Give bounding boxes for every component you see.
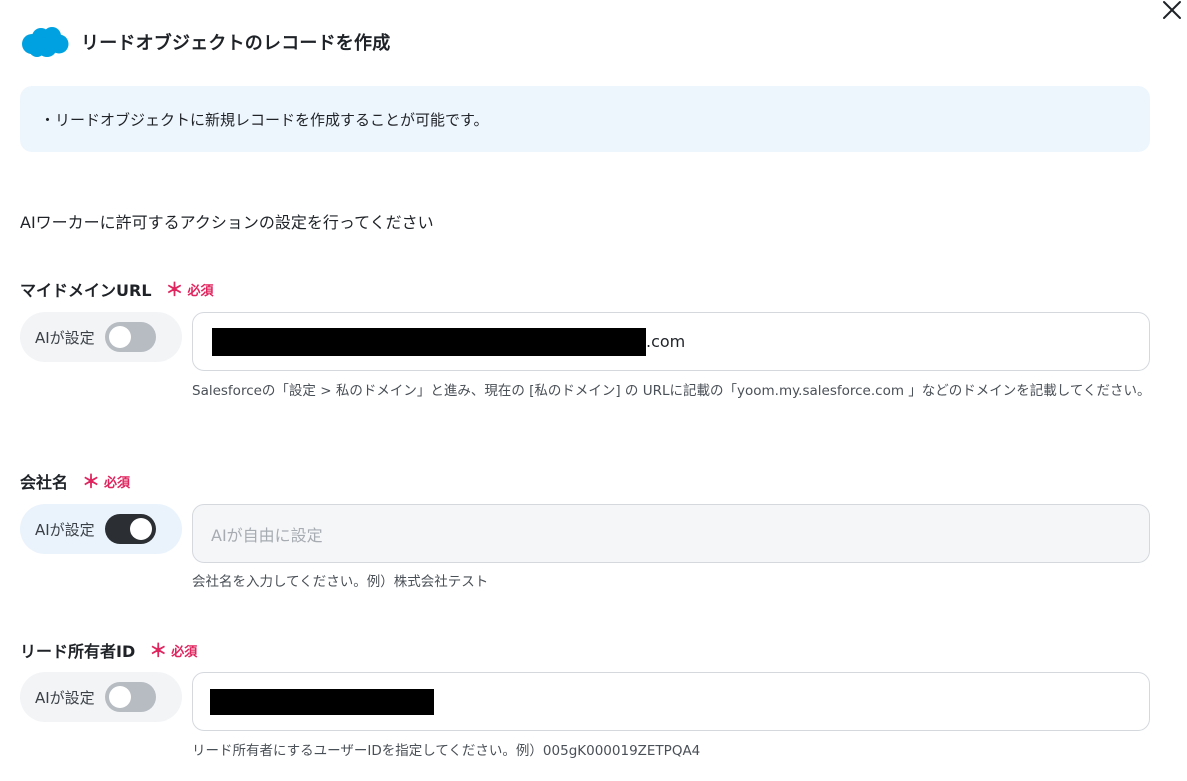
ai-setting-toggle-domain[interactable]: AIが設定: [20, 312, 182, 362]
ai-setting-label: AIが設定: [35, 328, 95, 347]
asterisk-icon: ＊: [149, 641, 168, 662]
field-label-company: 会社名 ＊ 必須: [20, 469, 130, 493]
field-label-domain: マイドメインURL ＊ 必須: [20, 277, 214, 301]
domain-suffix: .com: [646, 332, 686, 351]
company-name-input[interactable]: AIが自由に設定: [192, 504, 1150, 563]
redacted-value: [212, 327, 646, 356]
company-help-text: 会社名を入力してください。例）株式会社テスト: [192, 574, 489, 590]
salesforce-cloud-icon: [22, 27, 69, 57]
toggle-switch[interactable]: [104, 682, 156, 712]
required-text: 必須: [104, 475, 131, 491]
field-label-text: 会社名: [20, 473, 69, 492]
lead-owner-id-input[interactable]: [192, 672, 1150, 731]
dialog-title: リードオブジェクトのレコードを作成: [81, 33, 391, 54]
required-badge: ＊ 必須: [149, 641, 198, 662]
toggle-switch[interactable]: [104, 514, 156, 544]
required-text: 必須: [187, 283, 214, 299]
toggle-switch[interactable]: [104, 322, 156, 352]
ai-setting-label: AIが設定: [35, 688, 95, 707]
toggle-knob: [108, 326, 131, 348]
company-placeholder: AIが自由に設定: [211, 525, 323, 545]
asterisk-icon: ＊: [165, 280, 184, 301]
required-badge: ＊ 必須: [82, 472, 131, 493]
field-label-owner: リード所有者ID ＊ 必須: [20, 638, 197, 662]
field-label-text: リード所有者ID: [20, 642, 136, 661]
domain-help-text: Salesforceの「設定 > 私のドメイン」と進み、現在の [私のドメイン]…: [192, 383, 1151, 399]
dialog-header: リードオブジェクトのレコードを作成: [20, 26, 390, 58]
redacted-value: [210, 688, 434, 715]
domain-url-input[interactable]: .com: [192, 312, 1150, 371]
section-lead: AIワーカーに許可するアクションの設定を行ってください: [20, 213, 434, 232]
ai-setting-label: AIが設定: [35, 520, 95, 539]
close-button[interactable]: [1160, 0, 1184, 22]
toggle-knob: [129, 518, 152, 540]
toggle-knob: [108, 686, 131, 708]
info-text: ・リードオブジェクトに新規レコードを作成することが可能です。: [40, 110, 489, 129]
ai-setting-toggle-company[interactable]: AIが設定: [20, 504, 182, 554]
required-badge: ＊ 必須: [165, 280, 214, 301]
close-icon: [1163, 1, 1181, 19]
field-label-text: マイドメインURL: [20, 281, 152, 300]
info-box: ・リードオブジェクトに新規レコードを作成することが可能です。: [20, 86, 1150, 152]
owner-help-text: リード所有者にするユーザーIDを指定してください。例）005gK000019ZE…: [192, 743, 701, 759]
required-text: 必須: [171, 644, 198, 660]
ai-setting-toggle-owner[interactable]: AIが設定: [20, 672, 182, 722]
asterisk-icon: ＊: [82, 472, 101, 493]
